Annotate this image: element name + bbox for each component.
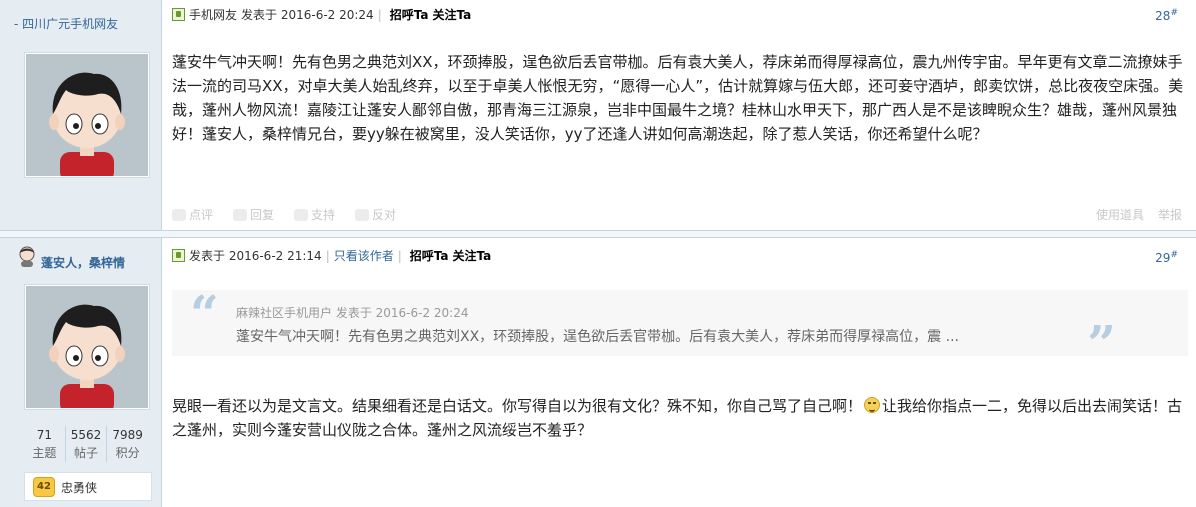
meta-separator: | xyxy=(325,248,330,263)
quote-block: “ 麻辣社区手机用户 发表于 2016-6-2 20:24 蓬安牛气冲天啊！先有… xyxy=(172,284,1188,373)
post2-meta: 发表于 2016-6-2 21:14 | 只看该作者 | 招呼Ta 关注Ta xyxy=(172,247,491,264)
level-name: 忠勇侠 xyxy=(61,481,98,495)
mobile-user-icon xyxy=(172,249,185,262)
post2-posted-time: 发表于 2016-6-2 21:14 xyxy=(189,249,322,263)
post2-floor-num: 29 xyxy=(1155,251,1171,265)
stat-threads-label: 主题 xyxy=(32,446,57,460)
post1-meta: 手机网友 发表于 2016-6-2 20:24 | 招呼Ta 关注Ta xyxy=(172,6,471,23)
use-tool-link[interactable]: 使用道具 xyxy=(1096,206,1144,223)
rate-icon xyxy=(172,209,186,221)
rate-label: 点评 xyxy=(189,208,214,222)
stat-points[interactable]: 7989 积分 xyxy=(106,426,148,462)
level-badge-icon: 42 xyxy=(33,477,55,497)
post-divider xyxy=(0,230,1196,238)
reply-label: 回复 xyxy=(250,208,275,222)
online-user-icon xyxy=(19,246,35,267)
cartoon-avatar-icon xyxy=(26,54,148,176)
post1-follow-button[interactable]: 关注Ta xyxy=(433,6,472,23)
post2-greet-button[interactable]: 招呼Ta xyxy=(410,247,449,264)
stat-threads-value: 71 xyxy=(36,428,52,442)
oppose-label: 反对 xyxy=(372,208,397,222)
post2-body: 晃眼一看还以为是文言文。结果细看还是白话文。你写得自以为很有文化？殊不知，你自己… xyxy=(172,394,1186,442)
post1-posted-time: 发表于 2016-6-2 20:24 xyxy=(241,8,374,22)
post1-actions-right: 使用道具 举报 xyxy=(1096,206,1182,223)
post1-author-link[interactable]: - 四川广元手机网友 xyxy=(14,15,118,32)
stat-posts-label: 帖子 xyxy=(74,446,99,460)
support-icon xyxy=(294,209,309,221)
meta-separator: | xyxy=(377,7,382,22)
user-level[interactable]: 42 忠勇侠 xyxy=(24,472,152,501)
post1-avatar[interactable] xyxy=(24,52,150,178)
oppose-icon xyxy=(355,209,370,221)
support-action[interactable]: 支持 xyxy=(294,206,335,223)
stat-threads[interactable]: 71 主题 xyxy=(24,426,65,462)
quote-header[interactable]: 麻辣社区手机用户 发表于 2016-6-2 20:24 xyxy=(236,304,469,321)
mobile-user-icon xyxy=(172,8,185,21)
oppose-action[interactable]: 反对 xyxy=(355,206,396,223)
post1-floor-num: 28 xyxy=(1155,9,1171,23)
stat-points-value: 7989 xyxy=(112,428,143,442)
post1-floor-number[interactable]: 28# xyxy=(1155,8,1178,23)
user-stats: 71 主题 5562 帖子 7989 积分 xyxy=(24,426,148,462)
report-link[interactable]: 举报 xyxy=(1158,206,1182,223)
only-author-link[interactable]: 只看该作者 xyxy=(334,247,394,264)
stat-posts[interactable]: 5562 帖子 xyxy=(64,426,107,462)
reply-icon xyxy=(233,209,248,221)
stat-points-label: 积分 xyxy=(115,446,140,460)
open-quote-icon: “ xyxy=(190,284,219,343)
post2-follow-button[interactable]: 关注Ta xyxy=(453,247,492,264)
post2-avatar[interactable] xyxy=(24,284,150,410)
post2-floor-number[interactable]: 29# xyxy=(1155,250,1178,265)
rate-action[interactable]: 点评 xyxy=(172,206,213,223)
post2-body-part1: 晃眼一看还以为是文言文。结果细看还是白话文。你写得自以为很有文化？殊不知，你自己… xyxy=(172,397,863,415)
post1-source: 手机网友 xyxy=(189,8,238,22)
post1-body: 蓬安牛气冲天啊！先有色男之典范刘XX，环颈捧股，逞色欲后丢官带枷。后有袁大美人，… xyxy=(172,53,1184,143)
laugh-emoji-icon xyxy=(864,397,881,413)
meta-separator: | xyxy=(397,248,402,263)
stat-posts-value: 5562 xyxy=(70,428,102,442)
quote-text: 蓬安牛气冲天啊！先有色男之典范刘XX，环颈捧股，逞色欲后丢官带枷。后有袁大美人，… xyxy=(236,329,959,345)
post2-author-link[interactable]: 蓬安人，桑梓情 xyxy=(41,254,125,271)
reply-action[interactable]: 回复 xyxy=(233,206,274,223)
post1-greet-button[interactable]: 招呼Ta xyxy=(390,6,429,23)
post2-floor-mark: # xyxy=(1170,250,1178,260)
cartoon-avatar-icon xyxy=(26,286,148,408)
close-quote-icon: ” xyxy=(1087,314,1116,373)
post1-floor-mark: # xyxy=(1170,8,1178,18)
support-label: 支持 xyxy=(311,208,336,222)
post1-actions: 点评 回复 支持 反对 xyxy=(172,206,396,223)
